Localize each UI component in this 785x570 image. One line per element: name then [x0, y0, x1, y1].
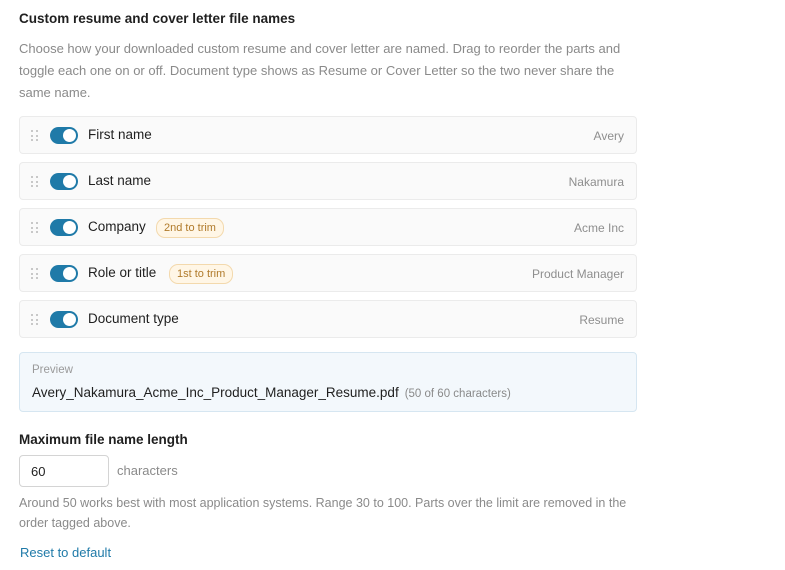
last-name-toggle[interactable] — [50, 173, 78, 190]
part-sample-value: Resume — [579, 313, 624, 327]
role-toggle[interactable] — [50, 265, 78, 282]
part-label: Role or title — [88, 265, 157, 280]
max-length-help-text: Around 50 works best with most applicati… — [19, 496, 627, 530]
preview-filename: Avery_Nakamura_Acme_Inc_Product_Manager_… — [32, 385, 511, 400]
part-label: First name — [88, 127, 152, 142]
drag-handle-icon[interactable] — [31, 222, 39, 234]
company-toggle[interactable] — [50, 219, 78, 236]
filename-part-row-last-name[interactable]: Last name Nakamura — [19, 162, 637, 200]
part-sample-value: Avery — [593, 129, 624, 143]
filename-part-row-first-name[interactable]: First name Avery — [19, 116, 637, 154]
filename-part-row-role[interactable]: Role or title 1st to trim Product Manage… — [19, 254, 637, 292]
max-length-input[interactable] — [19, 455, 109, 487]
part-sample-value: Product Manager — [531, 267, 624, 281]
part-sample-value: Nakamura — [568, 175, 624, 189]
trim-order-badge: 2nd to trim — [156, 218, 224, 238]
reset-to-default-link[interactable]: Reset to default — [20, 545, 111, 560]
section-title: Custom resume and cover letter file name… — [19, 11, 296, 26]
first-name-toggle[interactable] — [50, 127, 78, 144]
part-label: Last name — [88, 173, 152, 188]
document-type-toggle[interactable] — [50, 311, 78, 328]
trim-order-badge: 1st to trim — [169, 264, 234, 284]
part-label: Company — [88, 219, 146, 234]
drag-handle-icon[interactable] — [31, 268, 39, 280]
filename-part-row-document-type[interactable]: Document type Resume — [19, 300, 637, 338]
preview-filename-text: Avery_Nakamura_Acme_Inc_Product_Manager_… — [32, 385, 399, 400]
drag-handle-icon[interactable] — [31, 314, 39, 326]
drag-handle-icon[interactable] — [31, 130, 39, 142]
part-label: Document type — [88, 311, 179, 326]
preview-label: Preview — [32, 364, 73, 376]
preview-character-count: (50 of 60 characters) — [404, 388, 511, 400]
filename-preview-box: Preview Avery_Nakamura_Acme_Inc_Product_… — [19, 352, 637, 412]
max-length-label: Maximum file name length — [19, 432, 188, 447]
section-description: Choose how your downloaded custom resume… — [19, 41, 621, 100]
filename-part-row-company[interactable]: Company 2nd to trim Acme Inc — [19, 208, 637, 246]
drag-handle-icon[interactable] — [31, 176, 39, 188]
max-length-unit: characters — [117, 463, 178, 478]
part-sample-value: Acme Inc — [573, 221, 624, 235]
